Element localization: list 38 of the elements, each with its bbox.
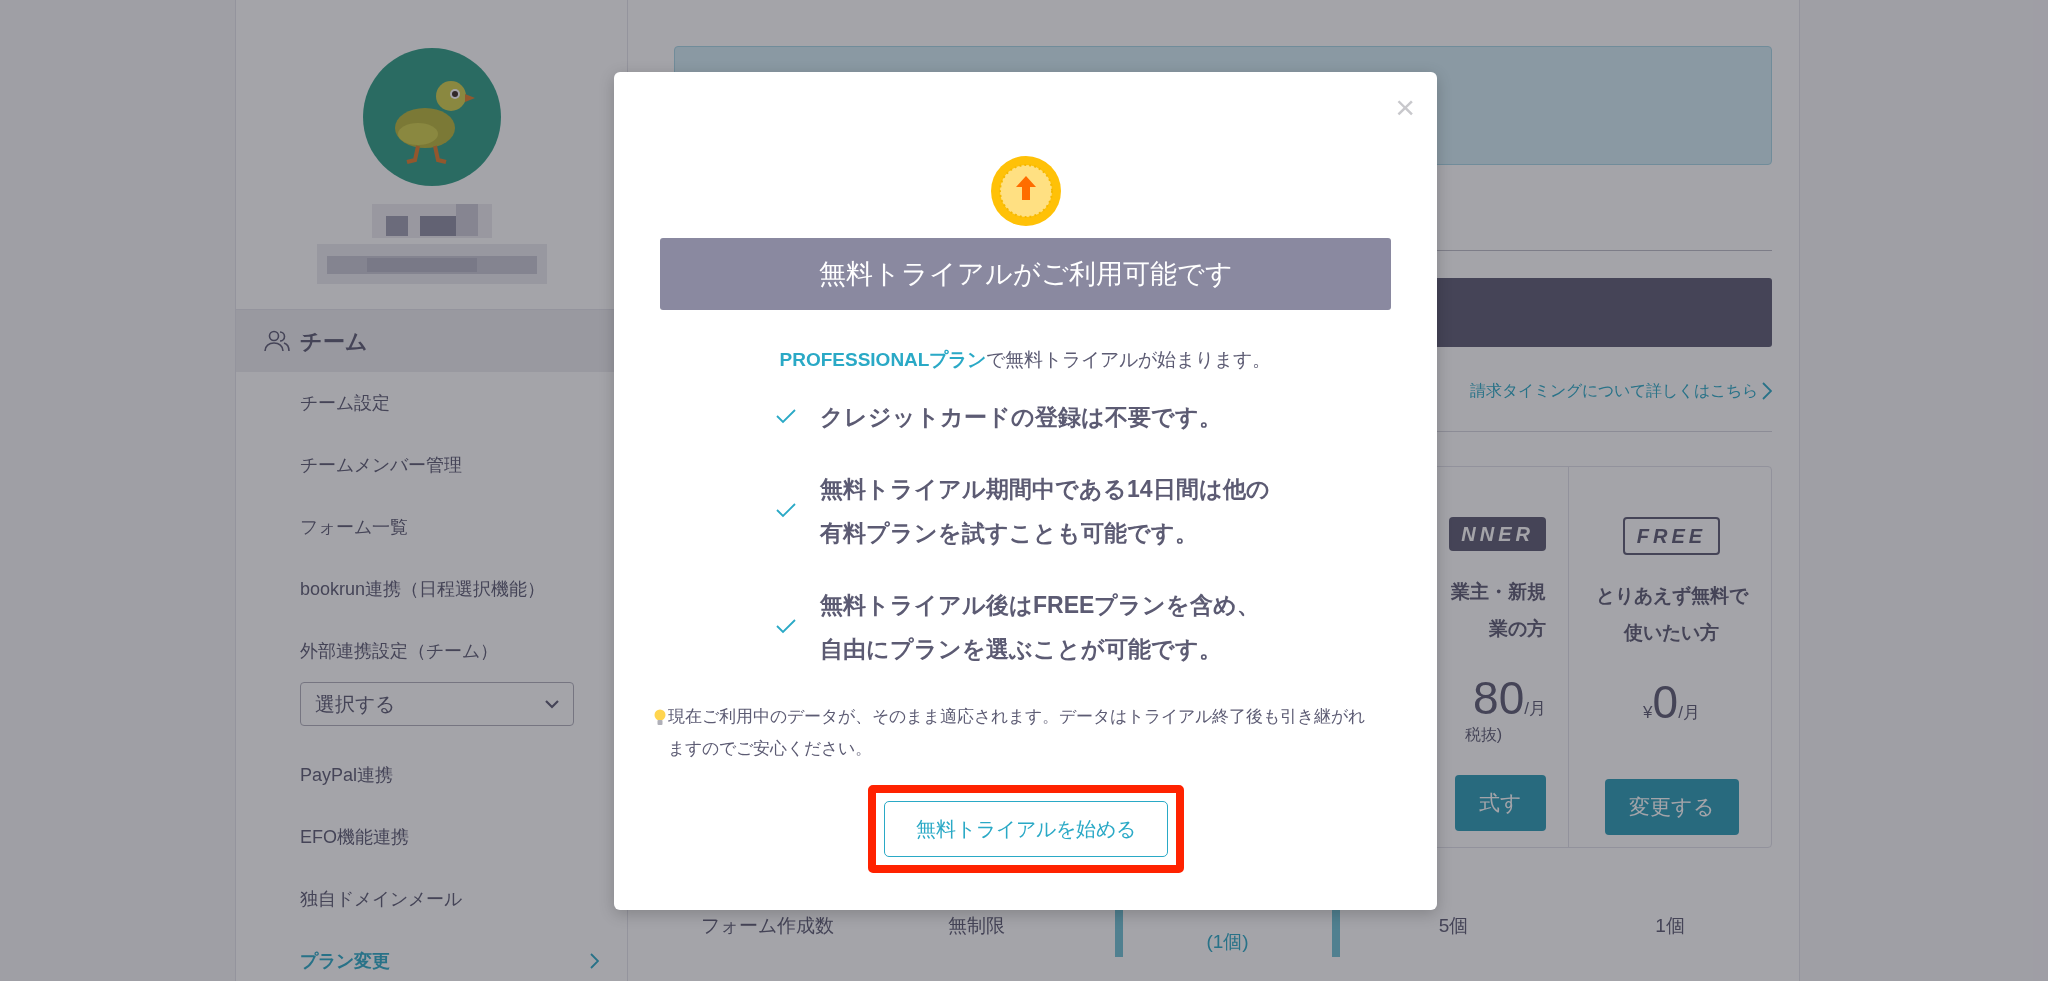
check-icon — [776, 619, 796, 634]
plan-target-text: とりあえず無料で — [1595, 584, 1748, 608]
table-cell-text: 5個 — [1438, 914, 1469, 938]
people-icon — [264, 330, 290, 352]
chevron-down-icon — [545, 699, 559, 709]
plan-button[interactable]: 式す — [1455, 775, 1546, 831]
select-dropdown[interactable]: 選択する — [300, 682, 574, 726]
table-cell-text: 1個 — [1655, 914, 1685, 938]
sidebar-item[interactable]: プラン変更 — [236, 930, 627, 981]
plan-price: 0 — [1652, 677, 1679, 727]
benefit-text: 無料トライアル期間中である14日間は他の 有料プランを試すことも可能です。 — [820, 474, 1270, 548]
plan-target-text: 業の方 — [1489, 617, 1546, 641]
plan-target-text: 業主・新規 — [1451, 580, 1546, 604]
lightbulb-icon — [654, 708, 666, 727]
plan-badge: FREE — [1622, 517, 1721, 555]
note-text: 現在ご利用中のデータが、そのまま適応されます。データはトライアル終了後も引き継がれますのでご安心ください。 — [668, 705, 1366, 760]
plan-button[interactable]: 変更する — [1604, 779, 1739, 835]
check-icon — [776, 503, 796, 518]
chevron-right-icon — [1762, 382, 1772, 400]
team-title: チーム — [300, 327, 368, 356]
currency-symbol: ¥ — [1643, 703, 1653, 724]
price-unit: /月 — [1678, 703, 1700, 724]
tax-note: 税抜) — [1464, 726, 1502, 743]
table-cell-text: (1個) — [1206, 930, 1249, 954]
price-unit: /月 — [1524, 699, 1546, 720]
feature-label: フォーム作成数 — [701, 914, 834, 938]
plan-price: 80 — [1473, 673, 1525, 723]
intro-text: PROFESSIONALプランで無料トライアルが始まります。 — [779, 348, 1272, 372]
benefit-text: 無料トライアル後はFREEプランを含め、 自由にプランを選ぶことが可能です。 — [820, 590, 1261, 664]
check-icon — [776, 409, 796, 424]
benefit-text: クレジットカードの登録は不要です。 — [820, 402, 1222, 432]
plan-target-text: 使いたい方 — [1624, 621, 1719, 645]
chevron-right-icon — [590, 953, 599, 969]
billing-link[interactable]: 請求タイミングについて詳しくはこちら — [1470, 379, 1758, 403]
plan-badge: NNER — [1449, 517, 1546, 551]
modal-title: 無料トライアルがご利用可能です — [660, 238, 1391, 310]
table-cell-text: 無制限 — [948, 914, 1005, 938]
start-trial-button[interactable]: 無料トライアルを始める — [883, 800, 1168, 857]
